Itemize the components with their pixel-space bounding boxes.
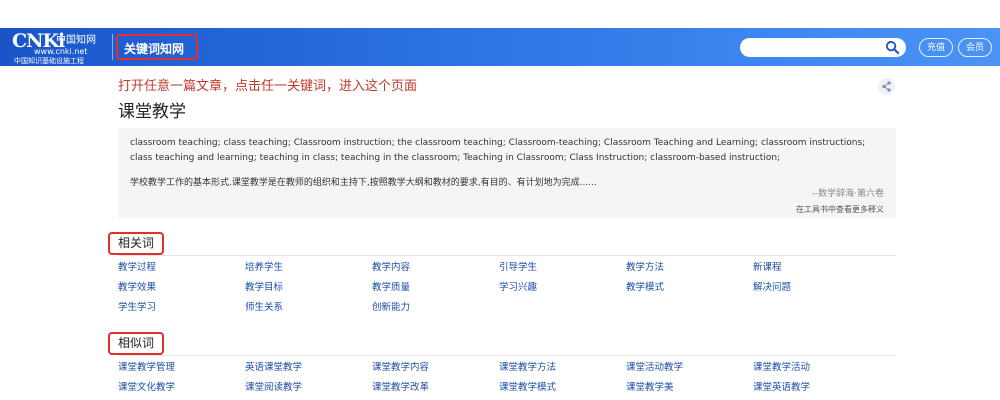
- related-word-link[interactable]: 新课程: [753, 258, 880, 278]
- related-divider: [118, 255, 896, 256]
- related-word-link[interactable]: 教学效果: [118, 278, 245, 298]
- related-word-link[interactable]: 解决问题: [753, 278, 880, 298]
- recharge-button[interactable]: 充值: [919, 38, 953, 57]
- related-words-grid: 教学过程 培养学生 教学内容 引导学生 教学方法 新课程 教学效果 教学目标 教…: [118, 258, 898, 318]
- share-icon: [882, 81, 891, 92]
- related-word-link[interactable]: 师生关系: [245, 298, 372, 318]
- search-input[interactable]: [748, 40, 882, 56]
- related-word-link[interactable]: 教学方法: [626, 258, 753, 278]
- similar-words-grid: 课堂教学管理 英语课堂教学 课堂教学内容 课堂教学方法 课堂活动教学 课堂教学活…: [118, 358, 898, 398]
- similar-word-link[interactable]: 课堂教学美: [626, 378, 753, 398]
- definition-box: classroom teaching; class teaching; Clas…: [118, 128, 896, 218]
- related-word-link[interactable]: 教学过程: [118, 258, 245, 278]
- similar-divider: [118, 355, 896, 356]
- related-word-link[interactable]: 学生学习: [118, 298, 245, 318]
- related-word-link[interactable]: 教学目标: [245, 278, 372, 298]
- similar-word-link[interactable]: 课堂活动教学: [626, 358, 753, 378]
- more-definitions-link[interactable]: 在工具书中查看更多释义: [796, 204, 884, 215]
- similar-word-link[interactable]: 课堂阅读教学: [245, 378, 372, 398]
- logo-subtitle: 中国知识基础设施工程: [14, 57, 84, 65]
- similar-word-link[interactable]: 课堂教学内容: [372, 358, 499, 378]
- related-words-heading: 相关词: [108, 232, 165, 255]
- search-icon[interactable]: [885, 40, 900, 55]
- similar-word-link[interactable]: 课堂教学活动: [753, 358, 880, 378]
- similar-word-link[interactable]: 课堂教学改革: [372, 378, 499, 398]
- search-box[interactable]: [740, 38, 906, 57]
- definition-source: --数学辞海·第六卷: [811, 189, 884, 199]
- related-word-link[interactable]: 创新能力: [372, 298, 499, 318]
- logo-url-text: www.cnki.net: [34, 47, 88, 56]
- share-button[interactable]: [878, 78, 895, 95]
- similar-word-link[interactable]: 课堂教学管理: [118, 358, 245, 378]
- english-translations: classroom teaching; class teaching; Clas…: [130, 138, 866, 163]
- cnki-logo[interactable]: CNKi 中国知网 www.cnki.net 中国知识基础设施工程: [12, 30, 107, 65]
- page-type-label: 关键词知网节: [116, 34, 198, 82]
- similar-words-heading: 相似词: [108, 332, 165, 355]
- related-word-link[interactable]: 教学内容: [372, 258, 499, 278]
- related-word-link[interactable]: 教学质量: [372, 278, 499, 298]
- related-word-link[interactable]: 教学模式: [626, 278, 753, 298]
- similar-word-link[interactable]: 英语课堂教学: [245, 358, 372, 378]
- similar-word-link[interactable]: 课堂教学方法: [499, 358, 626, 378]
- related-word-link[interactable]: 培养学生: [245, 258, 372, 278]
- similar-word-link[interactable]: 课堂教学模式: [499, 378, 626, 398]
- related-word-link[interactable]: 引导学生: [499, 258, 626, 278]
- member-button[interactable]: 会员: [958, 38, 992, 57]
- chinese-definition: 学校教学工作的基本形式.课堂教学是在教师的组织和主持下,按照教学大纲和教材的要求…: [130, 178, 597, 188]
- term-title: 课堂教学: [118, 102, 186, 122]
- similar-word-link[interactable]: 课堂英语教学: [753, 378, 880, 398]
- logo-cn-text: 中国知网: [56, 35, 96, 46]
- related-word-link[interactable]: 学习兴趣: [499, 278, 626, 298]
- annotation-instruction: 打开任意一篇文章，点击任一关键词，进入这个页面: [118, 79, 418, 94]
- similar-word-link[interactable]: 课堂文化教学: [118, 378, 245, 398]
- header-divider: [112, 34, 113, 60]
